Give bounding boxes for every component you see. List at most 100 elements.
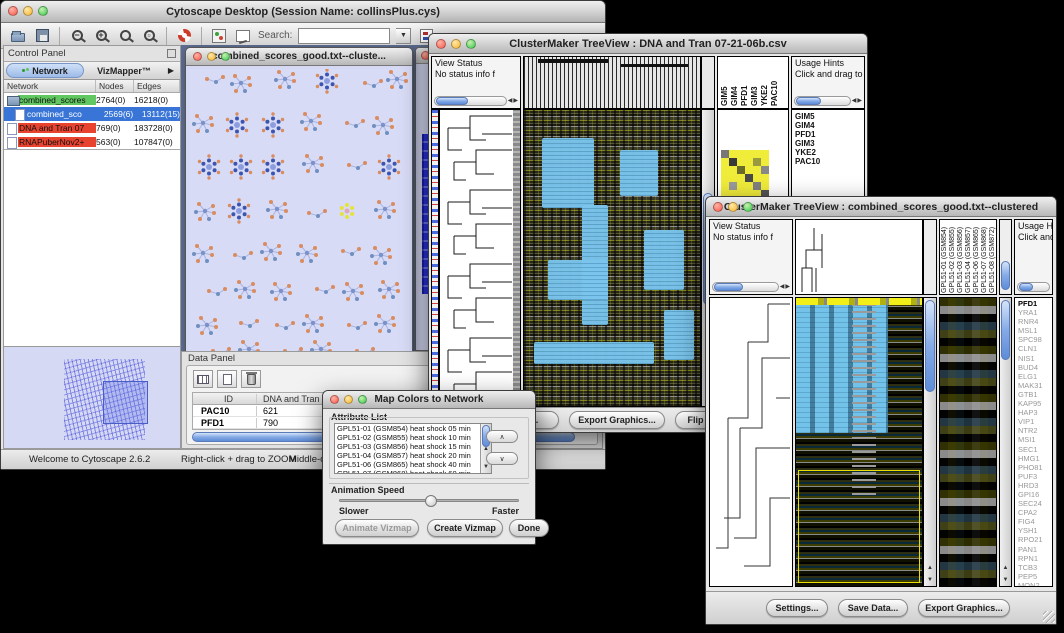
zoom-fit-button[interactable]: ▫ <box>140 27 158 45</box>
gene-label[interactable]: GIM4 <box>795 121 861 130</box>
gene-label[interactable]: GIM3 <box>795 139 861 148</box>
attribute-listbox[interactable]: GPL51-01 (GSM854) heat shock 05 min GPL51… <box>334 423 492 474</box>
resize-grip[interactable] <box>1043 611 1055 623</box>
usage-hints-hscrollbar[interactable] <box>1017 281 1050 292</box>
global-heatmap[interactable] <box>795 297 923 587</box>
column-dendrogram[interactable] <box>523 56 701 109</box>
network-canvas[interactable] <box>189 69 409 351</box>
gene-label[interactable]: PFD1 <box>795 130 861 139</box>
column-label[interactable]: GPL51-01 (GSM854) <box>941 221 949 293</box>
gene-label[interactable]: PFD1 <box>1018 299 1052 308</box>
column-label[interactable]: GPL51-02 (GSM855) <box>949 221 957 293</box>
close-button[interactable] <box>436 39 446 49</box>
gene-label[interactable]: RPO21 <box>1018 535 1052 544</box>
gene-label[interactable]: HRD3 <box>1018 481 1052 490</box>
network-table-row[interactable]: RNAPuberNov2+ 563(0) 107847(0) <box>4 135 180 149</box>
gene-label[interactable]: ELG1 <box>1018 372 1052 381</box>
column-label[interactable]: YKE2 <box>760 59 769 106</box>
minimize-button[interactable] <box>23 6 33 16</box>
gene-label[interactable]: GTB1 <box>1018 390 1052 399</box>
zoom-selected-button[interactable] <box>116 27 134 45</box>
gene-label[interactable]: MSI1 <box>1018 435 1052 444</box>
gene-label[interactable]: VIP1 <box>1018 417 1052 426</box>
gene-label[interactable]: GPI16 <box>1018 490 1052 499</box>
animate-vizmap-button[interactable]: Animate Vizmap <box>335 519 419 537</box>
scroll-right-icon[interactable]: ▶ <box>785 282 790 292</box>
annotation-button[interactable] <box>234 27 252 45</box>
attribute-list-item[interactable]: GPL51-06 (GSM865) heat shock 40 min <box>335 460 491 469</box>
zoom-out-button[interactable]: − <box>68 27 86 45</box>
gene-label[interactable]: PEP5 <box>1018 572 1052 581</box>
zoom-button[interactable] <box>743 202 753 212</box>
scroll-left-icon[interactable]: ◀ <box>780 282 785 292</box>
gene-label[interactable]: FIG4 <box>1018 517 1052 526</box>
done-button[interactable]: Done <box>509 519 549 537</box>
attribute-list-item[interactable]: GPL51-04 (GSM857) heat shock 20 min <box>335 451 491 460</box>
zoom-button[interactable] <box>38 6 48 16</box>
global-heatmap[interactable] <box>523 109 701 407</box>
scroll-right-icon[interactable]: ▶ <box>857 96 862 106</box>
column-label[interactable]: GPL51-04 (GSM857) <box>965 221 973 293</box>
zoom-vscrollbar[interactable]: ▲▼ <box>999 297 1012 587</box>
help-button[interactable] <box>175 27 193 45</box>
scroll-down-icon[interactable]: ▼ <box>483 464 489 470</box>
gene-label[interactable]: RNR4 <box>1018 317 1052 326</box>
heatmap-vscrollbar[interactable]: ▲▼ <box>923 297 937 587</box>
usage-hints-hscrollbar[interactable]: ◀ ▶ <box>794 95 862 106</box>
close-button[interactable] <box>330 395 339 404</box>
gene-label[interactable]: CLN1 <box>1018 344 1052 353</box>
overview-viewport-box[interactable] <box>103 381 149 423</box>
gene-label[interactable]: SEC24 <box>1018 499 1052 508</box>
search-dropdown-button[interactable]: ▼ <box>396 28 411 44</box>
column-label[interactable]: GIM3 <box>750 59 759 106</box>
move-down-button[interactable]: ∨ <box>486 452 518 465</box>
treeview1-titlebar[interactable]: ClusterMaker TreeView : DNA and Tran 07-… <box>429 34 867 54</box>
network-table-row[interactable]: combined_scores 2764(0) 16218(0) <box>4 93 180 107</box>
open-file-button[interactable] <box>9 27 27 45</box>
close-button[interactable] <box>8 6 18 16</box>
tab-vizmapper[interactable]: VizMapper™ <box>86 63 162 78</box>
gene-label[interactable]: SPC98 <box>1018 335 1052 344</box>
create-vizmap-button[interactable]: Create Vizmap <box>427 519 503 537</box>
export-graphics-button[interactable]: Export Graphics... <box>918 599 1010 617</box>
treeview2-titlebar[interactable]: ClusterMaker TreeView : combined_scores_… <box>706 197 1056 217</box>
zoom-button[interactable] <box>466 39 476 49</box>
column-dendrogram[interactable] <box>795 219 923 295</box>
float-panel-icon[interactable] <box>167 49 176 58</box>
attribute-list-item[interactable]: GPL51-01 (GSM854) heat shock 05 min <box>335 424 491 433</box>
attribute-list-item[interactable]: GPL51-03 (GSM856) heat shock 15 min <box>335 442 491 451</box>
tab-network[interactable]: Network <box>6 63 84 78</box>
gene-label[interactable]: HMG1 <box>1018 454 1052 463</box>
gene-label[interactable]: RPN1 <box>1018 554 1052 563</box>
dialog-titlebar[interactable]: Map Colors to Network <box>323 391 535 409</box>
column-label[interactable]: GPL51-03 (GSM856) <box>957 221 965 293</box>
minimize-button[interactable] <box>207 52 216 61</box>
scroll-right-icon[interactable]: ▶ <box>513 96 518 106</box>
gene-label[interactable]: YKE2 <box>795 148 861 157</box>
gene-label[interactable]: YSH1 <box>1018 526 1052 535</box>
attribute-list-item[interactable]: GPL51-07 (GSM868) heat shock 60 min <box>335 469 491 474</box>
gene-label[interactable]: PAN1 <box>1018 545 1052 554</box>
vizmapper-button[interactable] <box>210 27 228 45</box>
new-attribute-button[interactable] <box>217 370 237 388</box>
settings-button[interactable]: Settings... <box>766 599 828 617</box>
gene-label[interactable]: BUD4 <box>1018 363 1052 372</box>
scroll-down-icon[interactable]: ▼ <box>1003 577 1009 583</box>
zoom-button[interactable] <box>221 52 230 61</box>
close-button[interactable] <box>713 202 723 212</box>
gene-label[interactable]: GIM5 <box>795 112 861 121</box>
main-titlebar[interactable]: Cytoscape Desktop (Session Name: collins… <box>1 1 605 23</box>
view-status-hscrollbar[interactable]: ◀ ▶ <box>434 95 518 106</box>
row-dendrogram[interactable] <box>709 297 793 587</box>
scroll-up-icon[interactable]: ▲ <box>483 446 489 452</box>
minimize-button[interactable] <box>344 395 353 404</box>
close-button[interactable] <box>193 52 202 61</box>
scroll-down-icon[interactable]: ▼ <box>927 577 933 583</box>
delete-attribute-button[interactable] <box>241 370 261 388</box>
scroll-left-icon[interactable]: ◀ <box>852 96 857 106</box>
row-dendrogram[interactable] <box>439 109 521 407</box>
minimize-button[interactable] <box>728 202 738 212</box>
network-table-header[interactable]: Network Nodes Edges <box>4 80 180 93</box>
gene-label[interactable]: PUF3 <box>1018 472 1052 481</box>
gene-label[interactable]: NTR2 <box>1018 426 1052 435</box>
